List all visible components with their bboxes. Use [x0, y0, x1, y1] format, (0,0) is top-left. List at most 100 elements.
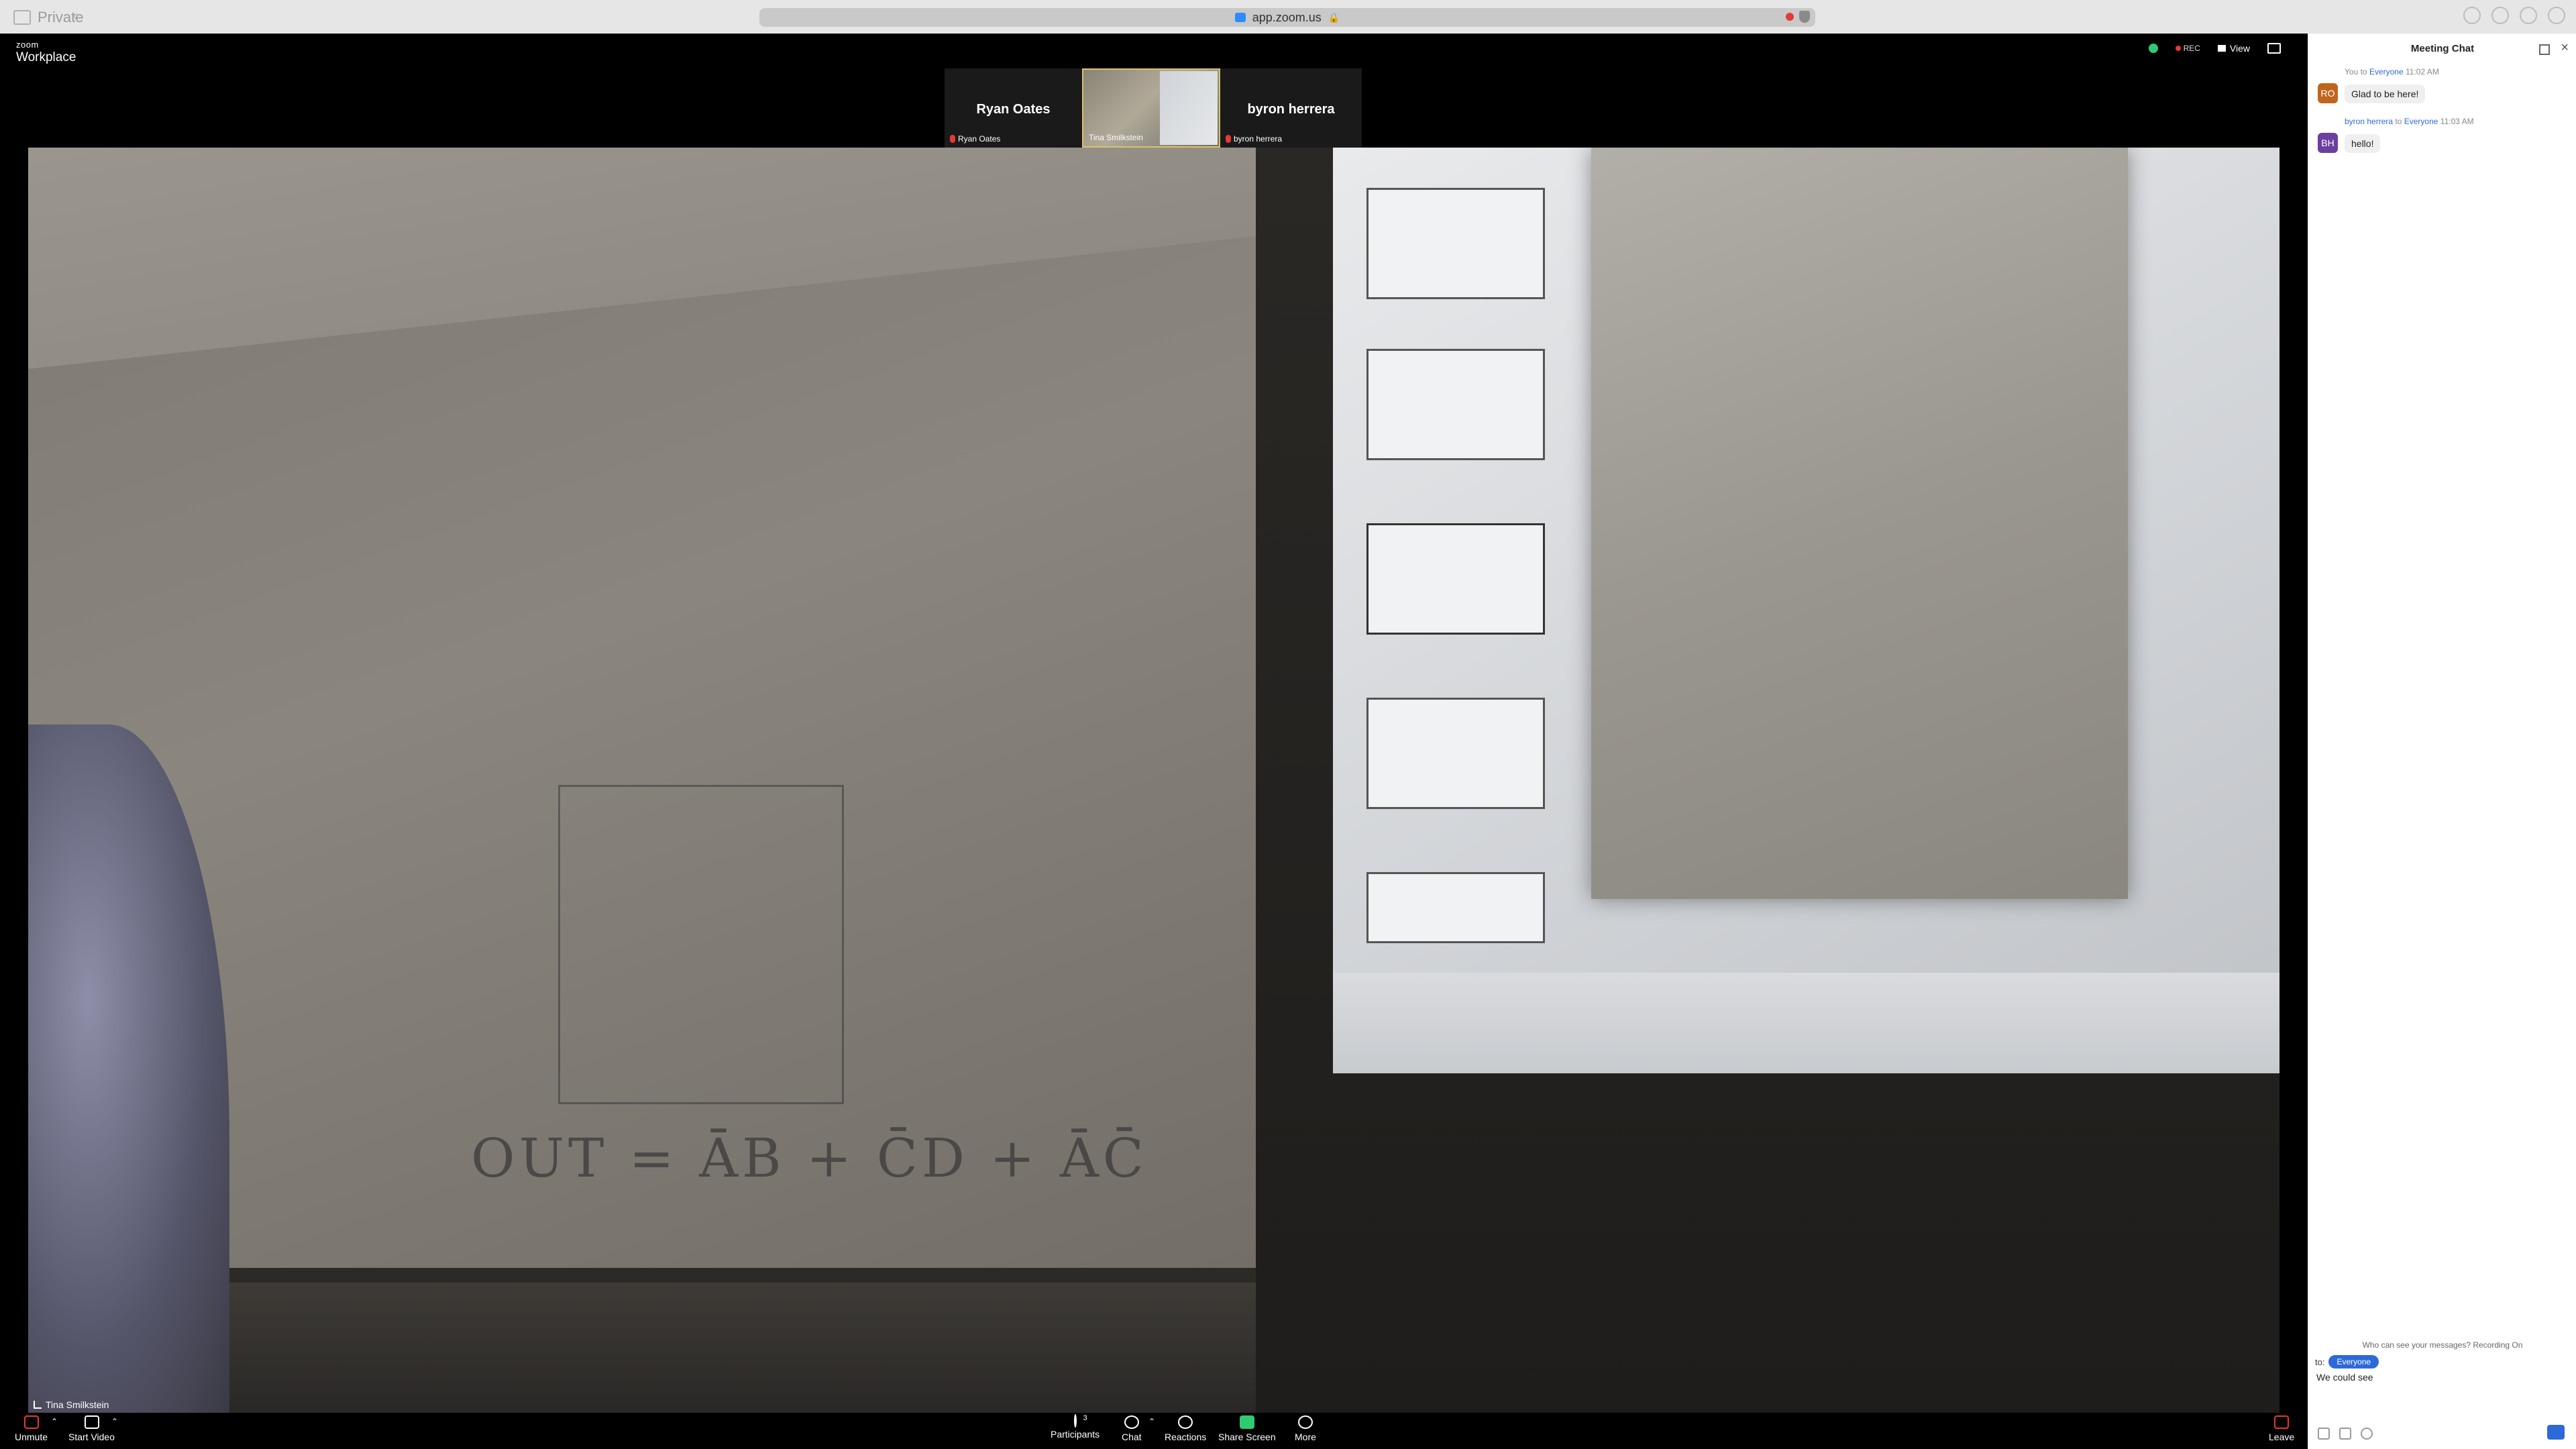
- participant-label-text: Tina Smilkstein: [1089, 133, 1143, 142]
- meeting-toolbar: Unmute ⌃ Start Video ⌃ 3 Participants Ch…: [0, 1413, 2308, 1449]
- participant-name: byron herrera: [1247, 102, 1335, 117]
- participant-label: Tina Smilkstein: [1089, 133, 1143, 142]
- speaker-label: Tina Smilkstein: [34, 1399, 109, 1410]
- participant-label: Ryan Oates: [950, 134, 1000, 144]
- security-shield-icon[interactable]: [2148, 44, 2158, 53]
- message-to: to: [2395, 117, 2402, 126]
- mic-off-icon: [23, 1415, 39, 1429]
- chat-title: Meeting Chat: [2410, 43, 2475, 54]
- tab-overview-icon[interactable]: [2548, 7, 2565, 24]
- message-recipient[interactable]: Everyone: [2369, 67, 2404, 76]
- rec-dot-icon: [2175, 46, 2181, 51]
- emoji-icon[interactable]: [2361, 1428, 2373, 1440]
- start-video-button[interactable]: Start Video: [68, 1415, 115, 1442]
- share-screen-button[interactable]: Share Screen: [1218, 1415, 1276, 1442]
- send-icon[interactable]: [2547, 1425, 2565, 1440]
- video-feed: [1160, 71, 1218, 145]
- reactions-label: Reactions: [1165, 1432, 1207, 1442]
- chat-icon: [1124, 1415, 1139, 1429]
- meeting-header: zoom Workplace REC View: [0, 34, 2308, 68]
- download-icon[interactable]: [2463, 7, 2481, 24]
- chat-options-chevron-icon[interactable]: ⌃: [1148, 1417, 1155, 1426]
- sidebar-icon[interactable]: [13, 10, 31, 25]
- more-label: More: [1295, 1432, 1316, 1442]
- who-can-see-notice[interactable]: Who can see your messages? Recording On: [2308, 1340, 2576, 1350]
- rec-label: REC: [2183, 44, 2200, 53]
- more-icon: [1297, 1415, 1313, 1429]
- slide-thumbnail: [1366, 349, 1545, 460]
- slide-thumbnails: [1340, 148, 1601, 1033]
- back-button[interactable]: ‹: [72, 7, 78, 25]
- file-icon[interactable]: [2339, 1428, 2351, 1440]
- leave-icon: [2274, 1415, 2290, 1429]
- recipient-row: to: Everyone: [2315, 1355, 2379, 1368]
- site-icon: [1234, 13, 1246, 22]
- signal-icon: [34, 1401, 42, 1409]
- fullscreen-icon[interactable]: [2267, 43, 2281, 54]
- participant-label-text: byron herrera: [1234, 134, 1283, 144]
- grid-icon: [2217, 45, 2226, 52]
- shield-icon[interactable]: [1799, 11, 1810, 23]
- camera-icon: [84, 1415, 99, 1429]
- message-to: to: [2360, 67, 2367, 76]
- participants-icon: [1073, 1414, 1077, 1428]
- mic-muted-icon: [950, 135, 955, 143]
- reactions-button[interactable]: Reactions: [1165, 1415, 1206, 1442]
- message-sender: You: [2345, 67, 2359, 76]
- message-sender[interactable]: byron herrera: [2345, 117, 2393, 126]
- participants-button[interactable]: 3 Participants: [1051, 1414, 1099, 1440]
- avatar: RO: [2318, 83, 2338, 103]
- leave-button[interactable]: Leave: [2269, 1415, 2294, 1442]
- slide-thumbnail: [1366, 872, 1545, 943]
- video-options-chevron-icon[interactable]: ⌃: [111, 1417, 118, 1426]
- heart-icon: [1178, 1415, 1193, 1429]
- message-time: 11:02 AM: [2406, 67, 2439, 76]
- meeting-chat-panel: Meeting Chat × You to Everyone 11:02 AM …: [2308, 34, 2576, 1449]
- slide-thumbnail: [1366, 698, 1545, 809]
- participant-tile-tina-smilkstein[interactable]: Tina Smilkstein: [1082, 68, 1220, 148]
- message-time: 11:03 AM: [2440, 117, 2474, 126]
- participant-tile-ryan-oates[interactable]: Ryan Oates Ryan Oates: [945, 68, 1082, 148]
- lock-icon: 🔒: [1328, 11, 1340, 23]
- format-icon[interactable]: [2318, 1428, 2330, 1440]
- chat-message-input[interactable]: [2315, 1371, 2566, 1383]
- karnaugh-map-drawing: [558, 785, 844, 1104]
- address-bar[interactable]: app.zoom.us 🔒: [759, 8, 1815, 27]
- url-text: app.zoom.us: [1252, 10, 1322, 24]
- popout-icon[interactable]: [2539, 44, 2550, 55]
- slide-thumbnail: [1366, 523, 1545, 635]
- speaker-name: Tina Smilkstein: [46, 1399, 109, 1410]
- message-bubble[interactable]: Glad to be here!: [2345, 85, 2426, 103]
- avatar: BH: [2318, 133, 2338, 153]
- more-button[interactable]: More: [1295, 1415, 1316, 1442]
- message-recipient[interactable]: Everyone: [2404, 117, 2438, 126]
- message-meta: byron herrera to Everyone 11:03 AM: [2345, 117, 2474, 126]
- logo-text: Workplace: [16, 50, 76, 64]
- participant-label-text: Ryan Oates: [958, 134, 1001, 144]
- active-speaker-video[interactable]: OUT = ĀB + C̄D + ĀC̄ Tina Smilkstein: [28, 148, 2279, 1413]
- projected-taskbar: [1333, 973, 2279, 1073]
- unmute-button[interactable]: Unmute: [15, 1415, 48, 1442]
- mic-muted-icon: [1226, 135, 1231, 143]
- recipient-selector[interactable]: Everyone: [2328, 1355, 2379, 1368]
- share-icon[interactable]: [2491, 7, 2509, 24]
- view-button[interactable]: View: [2217, 43, 2250, 54]
- chat-label: Chat: [1122, 1432, 1142, 1442]
- audio-options-chevron-icon[interactable]: ⌃: [51, 1417, 58, 1426]
- recording-badge: REC: [2175, 44, 2200, 53]
- message-bubble[interactable]: hello!: [2345, 134, 2381, 153]
- new-tab-icon[interactable]: [2520, 7, 2537, 24]
- chat-tools: [2318, 1428, 2373, 1440]
- share-screen-label: Share Screen: [1218, 1432, 1276, 1442]
- zoom-logo: zoom Workplace: [16, 40, 76, 64]
- start-video-label: Start Video: [68, 1432, 115, 1442]
- view-label: View: [2229, 43, 2250, 54]
- projected-video-feed: [1591, 148, 2128, 899]
- whiteboard-equation: OUT = ĀB + C̄D + ĀC̄: [471, 1127, 1148, 1189]
- close-icon[interactable]: ×: [2561, 40, 2569, 56]
- participant-tile-byron-herrera[interactable]: byron herrera byron herrera: [1220, 68, 1362, 148]
- participants-count: 3: [1083, 1414, 1087, 1422]
- participant-strip: Ryan Oates Ryan Oates Tina Smilkstein by…: [945, 68, 1362, 148]
- chat-button[interactable]: Chat: [1122, 1415, 1142, 1442]
- participant-label: byron herrera: [1226, 134, 1282, 144]
